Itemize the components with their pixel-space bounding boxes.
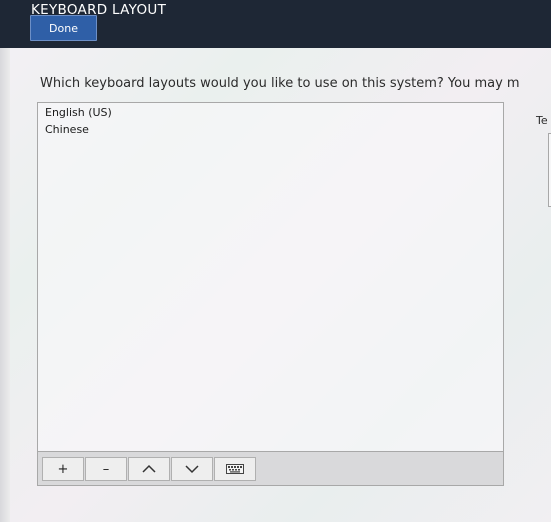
header-bar: KEYBOARD LAYOUT Done [0,0,551,48]
plus-icon: + [57,461,69,477]
remove-layout-button[interactable]: – [85,457,127,481]
minus-icon: – [102,461,110,477]
move-down-button[interactable] [171,457,213,481]
add-layout-button[interactable]: + [42,457,84,481]
list-item[interactable]: Chinese [45,123,89,136]
test-layout-label: Te [536,114,548,127]
preview-layout-button[interactable] [214,457,256,481]
left-edge [0,48,10,522]
move-up-button[interactable] [128,457,170,481]
layout-toolbar: + – [37,452,504,486]
layout-list[interactable]: English (US) Chinese [37,102,504,452]
done-button[interactable]: Done [30,15,97,41]
chevron-down-icon [185,465,199,474]
chevron-up-icon [142,464,156,473]
layout-question: Which keyboard layouts would you like to… [40,76,520,91]
keyboard-icon [226,464,244,474]
list-item[interactable]: English (US) [45,106,112,119]
